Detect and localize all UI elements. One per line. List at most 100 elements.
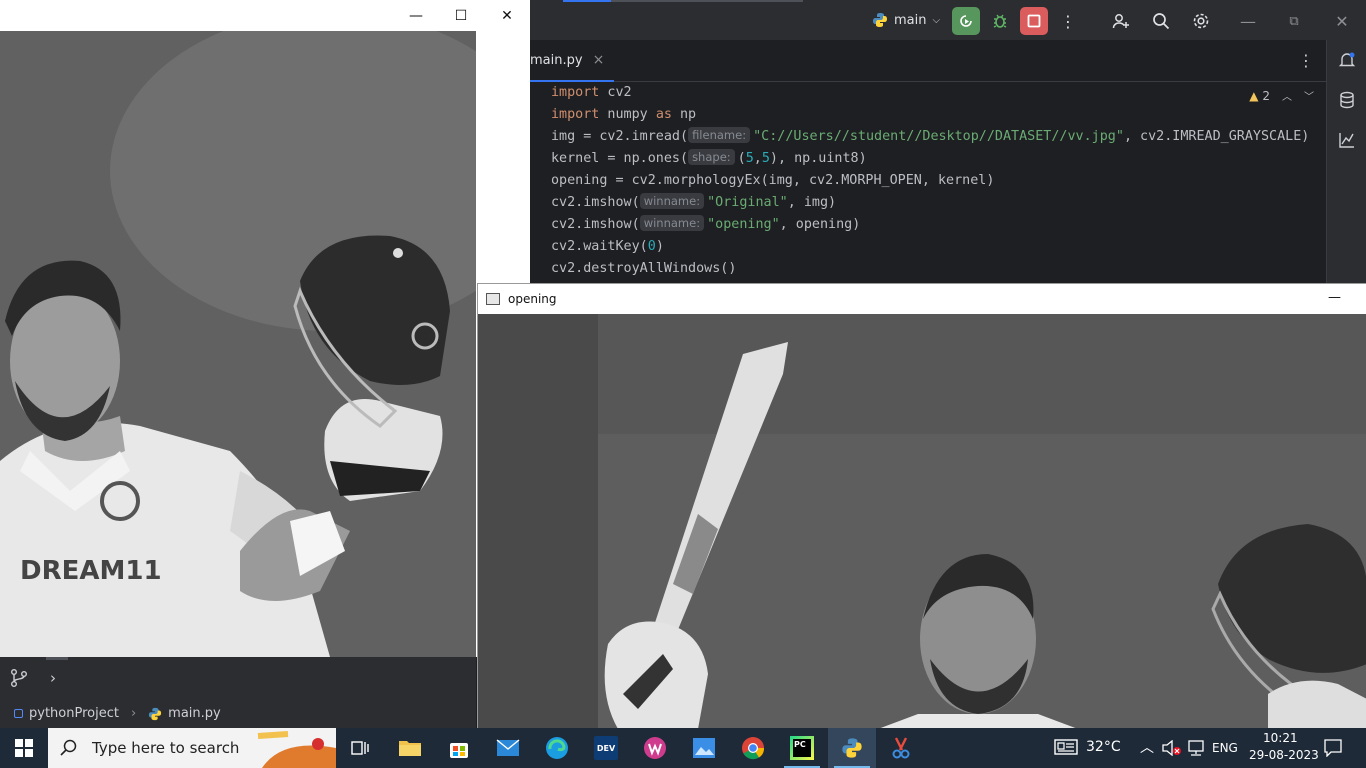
stop-button[interactable]	[1020, 7, 1048, 35]
run-progress-bar	[563, 0, 803, 2]
editor-tab-bar: main.py × ⋮	[530, 40, 1326, 82]
start-button[interactable]	[0, 728, 48, 768]
original-minimize-button[interactable]: —	[393, 0, 439, 31]
code-text: numpy	[599, 107, 656, 122]
original-maximize-button[interactable]: ☐	[438, 0, 484, 31]
taskbar-python[interactable]	[828, 728, 876, 768]
warning-indicator[interactable]: ▲ 2	[1249, 89, 1270, 103]
git-button[interactable]	[8, 667, 30, 693]
original-image-window: — ☐ ✕ DREAM11	[0, 0, 530, 657]
taskbar-dev-app[interactable]: DEV	[582, 728, 630, 768]
debug-button[interactable]	[986, 7, 1014, 35]
maximize-icon: ☐	[454, 7, 468, 24]
settings-button[interactable]	[1187, 7, 1215, 35]
more-actions-button[interactable]: ⋮	[1054, 7, 1082, 35]
language-indicator[interactable]: ENG	[1212, 741, 1238, 755]
code-text: cv2	[599, 85, 632, 100]
code-text: , img)	[787, 195, 837, 210]
breadcrumb-project[interactable]: pythonProject	[29, 706, 119, 721]
code-text: ,	[753, 151, 762, 166]
run-config-selector[interactable]: main ⌵	[872, 10, 940, 30]
bug-icon	[993, 14, 1007, 28]
stop-icon	[1027, 14, 1041, 28]
folder-icon	[399, 741, 421, 756]
action-center-button[interactable]	[1324, 739, 1342, 761]
ide-restore-button[interactable]: ⧉	[1280, 7, 1308, 35]
clock-date[interactable]: 29-08-2023	[1249, 748, 1319, 762]
opening-titlebar[interactable]: opening —	[478, 284, 1366, 314]
windows-taskbar: Type here to search DEV PC 32°C ︿ ENG 10…	[0, 728, 1366, 768]
code-line: cv2.imshow(winname: "Original", img)	[551, 192, 836, 214]
original-close-button[interactable]: ✕	[484, 0, 530, 31]
original-grayscale-photo: DREAM11	[0, 31, 476, 657]
taskbar-wps[interactable]	[631, 728, 679, 768]
chrome-icon	[742, 737, 765, 760]
next-highlight-icon[interactable]: ﹀	[1304, 88, 1314, 103]
ide-close-button[interactable]: ✕	[1328, 7, 1356, 35]
cricketer-photo: DREAM11	[0, 31, 476, 657]
expand-chevron-icon[interactable]: ›	[50, 669, 56, 687]
clock-time[interactable]: 10:21	[1263, 731, 1298, 745]
snip-icon	[892, 737, 910, 759]
code-string: "Original"	[707, 195, 788, 210]
pycharm-icon: PC	[790, 736, 814, 760]
taskbar-chrome[interactable]	[729, 728, 777, 768]
task-view-button[interactable]	[336, 728, 384, 768]
taskbar-edge[interactable]	[533, 728, 581, 768]
network-button[interactable]	[1186, 740, 1206, 760]
taskbar-pycharm[interactable]: PC	[778, 728, 826, 768]
restore-icon: ⧉	[1289, 13, 1299, 29]
code-line: kernel = np.ones(shape: (5,5), np.uint8)	[551, 148, 867, 170]
warning-icon: ▲	[1249, 88, 1259, 103]
dev-label: DEV	[596, 743, 616, 753]
taskbar-snipping-tool[interactable]	[877, 728, 925, 768]
database-icon	[1340, 91, 1354, 109]
code-keyword: import	[551, 107, 600, 122]
warning-count: 2	[1262, 88, 1270, 103]
bell-icon	[1338, 52, 1356, 67]
chevron-down-icon: ⌵	[932, 14, 941, 26]
code-with-me-button[interactable]	[1107, 7, 1135, 35]
project-square-icon	[14, 709, 23, 718]
taskbar-photos[interactable]	[680, 728, 728, 768]
code-line: import numpy as np	[551, 104, 696, 126]
breadcrumb-separator: ›	[130, 706, 137, 721]
notifications-button[interactable]	[1335, 48, 1359, 72]
previous-highlight-icon[interactable]: ︿	[1282, 88, 1292, 103]
code-line: cv2.destroyAllWindows()	[551, 258, 736, 280]
opening-photo	[478, 314, 1366, 729]
volume-muted-icon	[1162, 739, 1181, 757]
weather-temperature[interactable]: 32°C	[1086, 739, 1121, 755]
tab-options-button[interactable]: ⋮	[1298, 51, 1314, 70]
python-file-icon	[149, 707, 162, 720]
taskbar-mail[interactable]	[484, 728, 532, 768]
kebab-icon: ⋮	[1060, 11, 1076, 31]
show-hidden-icons-chevron-icon[interactable]: ︿	[1140, 737, 1154, 757]
taskbar-search-box[interactable]: Type here to search	[48, 728, 336, 768]
code-text: cv2.waitKey(	[551, 239, 648, 254]
code-keyword: as	[655, 107, 672, 122]
weather-widget[interactable]	[1054, 738, 1078, 760]
sciview-button[interactable]	[1335, 128, 1359, 152]
taskbar-file-explorer[interactable]	[386, 728, 434, 768]
opening-minimize-button[interactable]: —	[1328, 290, 1341, 305]
ide-minimize-button[interactable]: —	[1234, 7, 1262, 35]
rerun-button[interactable]	[952, 7, 980, 35]
ide-left-bottom-strip: ›	[0, 657, 476, 699]
code-editor[interactable]: ▲ 2 ︿ ﹀ import cv2 import numpy as np im…	[530, 82, 1326, 292]
search-everywhere-button[interactable]	[1147, 7, 1175, 35]
database-button[interactable]	[1335, 88, 1359, 112]
parameter-hint: winname:	[639, 215, 705, 231]
splitter-handle[interactable]	[46, 657, 68, 660]
search-icon	[1153, 13, 1170, 30]
breadcrumb-file[interactable]: main.py	[168, 706, 221, 721]
wps-icon	[644, 737, 666, 759]
close-icon: ✕	[501, 7, 513, 24]
tab-close-icon[interactable]: ×	[593, 52, 605, 68]
code-text: cv2.destroyAllWindows()	[551, 261, 737, 276]
original-titlebar[interactable]: — ☐ ✕	[0, 0, 530, 31]
inspection-widget[interactable]: ▲ 2 ︿ ﹀	[1249, 88, 1314, 104]
tab-main-py[interactable]: main.py ×	[530, 40, 615, 82]
taskbar-store[interactable]	[435, 728, 483, 768]
volume-button[interactable]	[1162, 739, 1182, 760]
